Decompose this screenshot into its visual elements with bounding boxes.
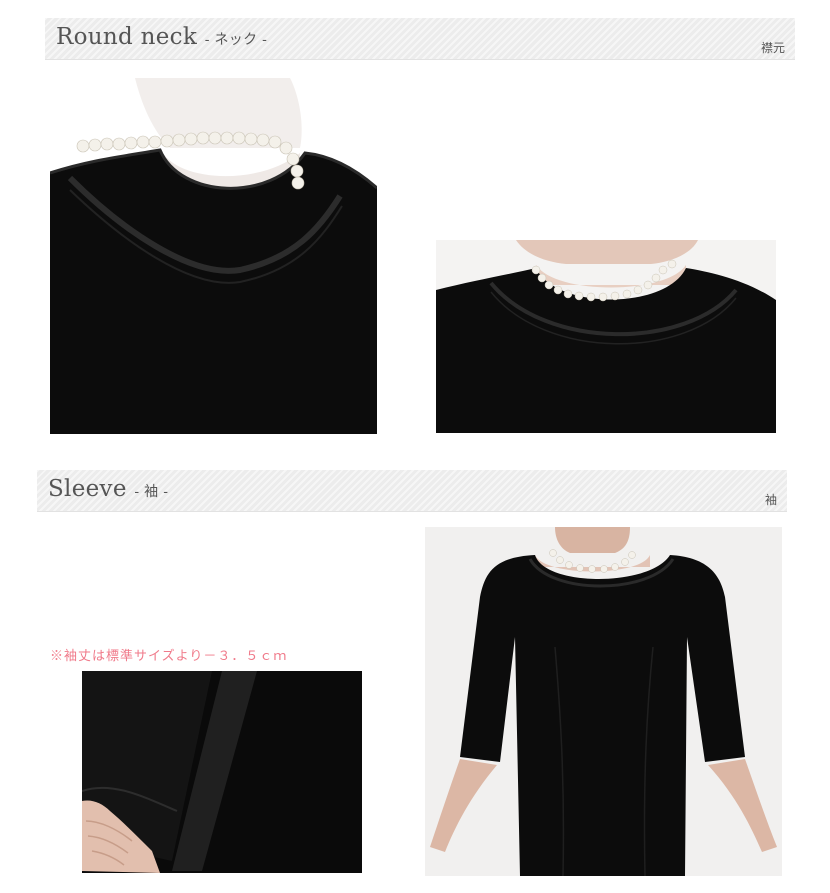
sleeve-model-photo [425, 527, 782, 876]
neck-mannequin-photo [50, 78, 377, 434]
round-neck-section-header: Round neck - ネック - 襟元 [45, 18, 795, 60]
round-neck-title: Round neck [56, 24, 198, 50]
sleeve-length-note: ※袖丈は標準サイズより－３．５ｃｍ [50, 649, 288, 664]
sleeve-right-label: 袖 [764, 493, 777, 507]
neck-model-photo [436, 240, 776, 433]
sleeve-section-header: Sleeve - 袖 - 袖 [37, 470, 787, 512]
sleeve-subtitle: - 袖 - [134, 484, 169, 500]
sleeve-detail-photo [82, 671, 362, 873]
round-neck-right-label: 襟元 [760, 41, 785, 55]
sleeve-title: Sleeve [48, 476, 127, 502]
round-neck-subtitle: - ネック - [204, 32, 268, 48]
